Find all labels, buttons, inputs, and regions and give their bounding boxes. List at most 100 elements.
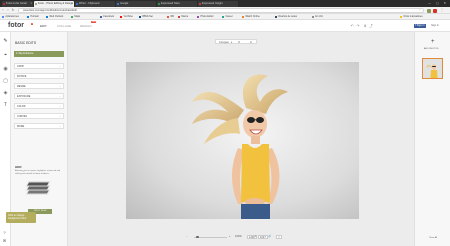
bookmark-icon (167, 15, 170, 19)
zoom-percent: 100% (235, 235, 242, 238)
accordion-label: RESIZE (17, 85, 26, 88)
wand-icon[interactable]: ✎ (3, 38, 9, 44)
bookmark-label: Career (225, 15, 233, 18)
save-icon[interactable]: ⬇ (363, 24, 367, 28)
url-text: www.fotor.com/app.html#/editor/main/basi… (23, 9, 77, 13)
tab-label: Google (120, 2, 129, 5)
chevron-down-icon: ⌄ (58, 85, 61, 88)
window-controls[interactable]: — ▢ ✕ (428, 1, 448, 5)
sticker-icon[interactable]: ◈ (3, 90, 9, 96)
bookmark-label: Aplicaciones (5, 15, 19, 18)
zoom-bar: − + 100% 1200 x 1027 🔗 ⛶ (184, 234, 300, 240)
back-icon[interactable]: ‹ (1, 8, 5, 12)
one-tap-enhance-button[interactable]: 1-Tap Enhance (14, 51, 64, 57)
extension-icon[interactable] (433, 8, 437, 13)
tab-label: Expressed Insight (202, 2, 223, 5)
clear-all-button[interactable]: Clear All (429, 237, 437, 239)
thumbnail-image (423, 59, 442, 78)
accordion-curves[interactable]: CURVES ⌄ (14, 113, 64, 119)
accordion-label: EXPOSURE (17, 95, 31, 98)
bookmark-icon (400, 15, 403, 19)
menu-icon[interactable]: ⋮ (440, 8, 444, 12)
bookmark-star-icon[interactable]: ☆ (419, 9, 421, 13)
eye-icon[interactable]: ◉ (3, 66, 9, 72)
nav-design[interactable]: DESIGN (80, 24, 92, 28)
bookmark-label: Diseños de redes (278, 15, 297, 18)
bookmark-label: Facebook (103, 15, 114, 18)
app-header: fotor ® EDIT COLLAGE DESIGN NEW ↶ ↷ ⬇ ⤴ … (0, 20, 450, 33)
bookmark-label: Otros marcadores (403, 15, 423, 18)
compare-dropdown-icon[interactable]: ▾ (231, 40, 232, 45)
woman-photo (192, 74, 288, 219)
undo-icon[interactable]: ↶ (350, 24, 354, 28)
bookmark-label: En Voz (315, 15, 323, 18)
forward-icon[interactable]: › (6, 8, 10, 12)
help-icon[interactable]: ? (2, 230, 7, 235)
bookmark-icon (71, 15, 74, 19)
canvas-area: Compare ▾ ⊡ ⧉ − + 100% 1200 x 1027 🔗 ⛶ (68, 32, 420, 246)
bookmark-label: Web Outlook (49, 15, 64, 18)
zoom-out-button[interactable]: − (186, 234, 188, 240)
size-separator: x (255, 235, 257, 238)
nav-collage[interactable]: COLLAGE (57, 24, 71, 28)
redo-icon[interactable]: ↷ (356, 24, 360, 28)
chevron-down-icon: ⌄ (58, 65, 61, 68)
accordion-resize[interactable]: RESIZE ⌄ (14, 83, 64, 89)
accordion-label: COLOR (17, 105, 26, 108)
frame-icon[interactable]: ▢ (3, 78, 9, 84)
bookmark-label: Watch Online (245, 15, 260, 18)
bookmark-label: YouTube (123, 15, 133, 18)
accordion-crop[interactable]: CROP ⌄ (14, 63, 64, 69)
hdr-description: Allowing you to capture highlights, enha… (15, 170, 61, 175)
chevron-down-icon: ⌄ (58, 115, 61, 118)
fotor-logo[interactable]: fotor (8, 22, 24, 29)
tab-label: Writer - Clipboard (79, 2, 100, 5)
accordion-rotate[interactable]: ROTATE ⌄ (14, 73, 64, 79)
nav-edit[interactable]: EDIT (40, 24, 47, 33)
url-input[interactable]: www.fotor.com/app.html#/editor/main/basi… (18, 8, 424, 13)
signin-button[interactable]: Sign in (431, 24, 439, 28)
reload-icon[interactable]: ↻ (11, 8, 15, 12)
text-icon[interactable]: T (3, 102, 9, 108)
accordion-exposure[interactable]: EXPOSURE ⌄ (14, 93, 64, 99)
add-photos-icon[interactable]: + (431, 39, 435, 45)
chevron-down-icon: ⌄ (58, 105, 61, 108)
browser-tab-strip: 8 test invite Gmail × Fotor - Photo Edit… (0, 0, 450, 7)
add-photos-label[interactable]: ADD PHOTOS (424, 48, 438, 50)
crop-icon[interactable]: ⌖ (3, 52, 9, 58)
bookmark-icon (46, 15, 49, 19)
zoom-slider[interactable] (194, 236, 227, 238)
accordion-label: MORE (17, 125, 25, 128)
tab-label: Expressed Sites (161, 2, 180, 5)
accordion-color[interactable]: COLOR ⌄ (14, 103, 64, 109)
bookmark-icon (222, 15, 225, 19)
chevron-down-icon: ⌄ (58, 125, 61, 128)
bookmark-icon (312, 15, 315, 19)
accordion-label: CURVES (17, 115, 27, 118)
hdr-title: HDR (15, 165, 22, 169)
zoom-in-button[interactable]: + (229, 234, 231, 240)
background-color-tooltip: Click to change background color (6, 212, 36, 223)
fit-button[interactable]: ⛶ (276, 235, 282, 239)
bookmark-icon (178, 15, 181, 19)
fit-screen-icon[interactable]: ⊡ (238, 40, 240, 45)
bookmark-icon (120, 15, 123, 19)
tab-label: Fotor - Photo Editing & Design (38, 2, 74, 5)
extension-icon[interactable] (427, 8, 431, 13)
bookmark-icon (139, 15, 142, 19)
photo-thumbnail[interactable] (422, 58, 443, 79)
accordion-label: CROP (17, 65, 24, 68)
facebook-signin-button[interactable]: f Sign in (413, 24, 426, 28)
share-icon[interactable]: ⤴ (369, 24, 373, 28)
accordion-label: ROTATE (17, 75, 27, 78)
compare-button[interactable]: Compare (219, 40, 229, 45)
bookmark-icon (27, 15, 30, 19)
history-icon[interactable]: ⧉ (250, 40, 252, 45)
height-input[interactable]: 1027 (258, 235, 268, 239)
zoom-slider-handle[interactable] (196, 235, 199, 239)
edited-photo[interactable] (126, 62, 359, 219)
lock-ratio-icon[interactable]: 🔗 (268, 234, 271, 240)
bookmark-label: Marca (181, 15, 189, 18)
feedback-icon[interactable]: ✉ (2, 238, 7, 243)
accordion-more[interactable]: MORE ⌄ (14, 123, 64, 129)
